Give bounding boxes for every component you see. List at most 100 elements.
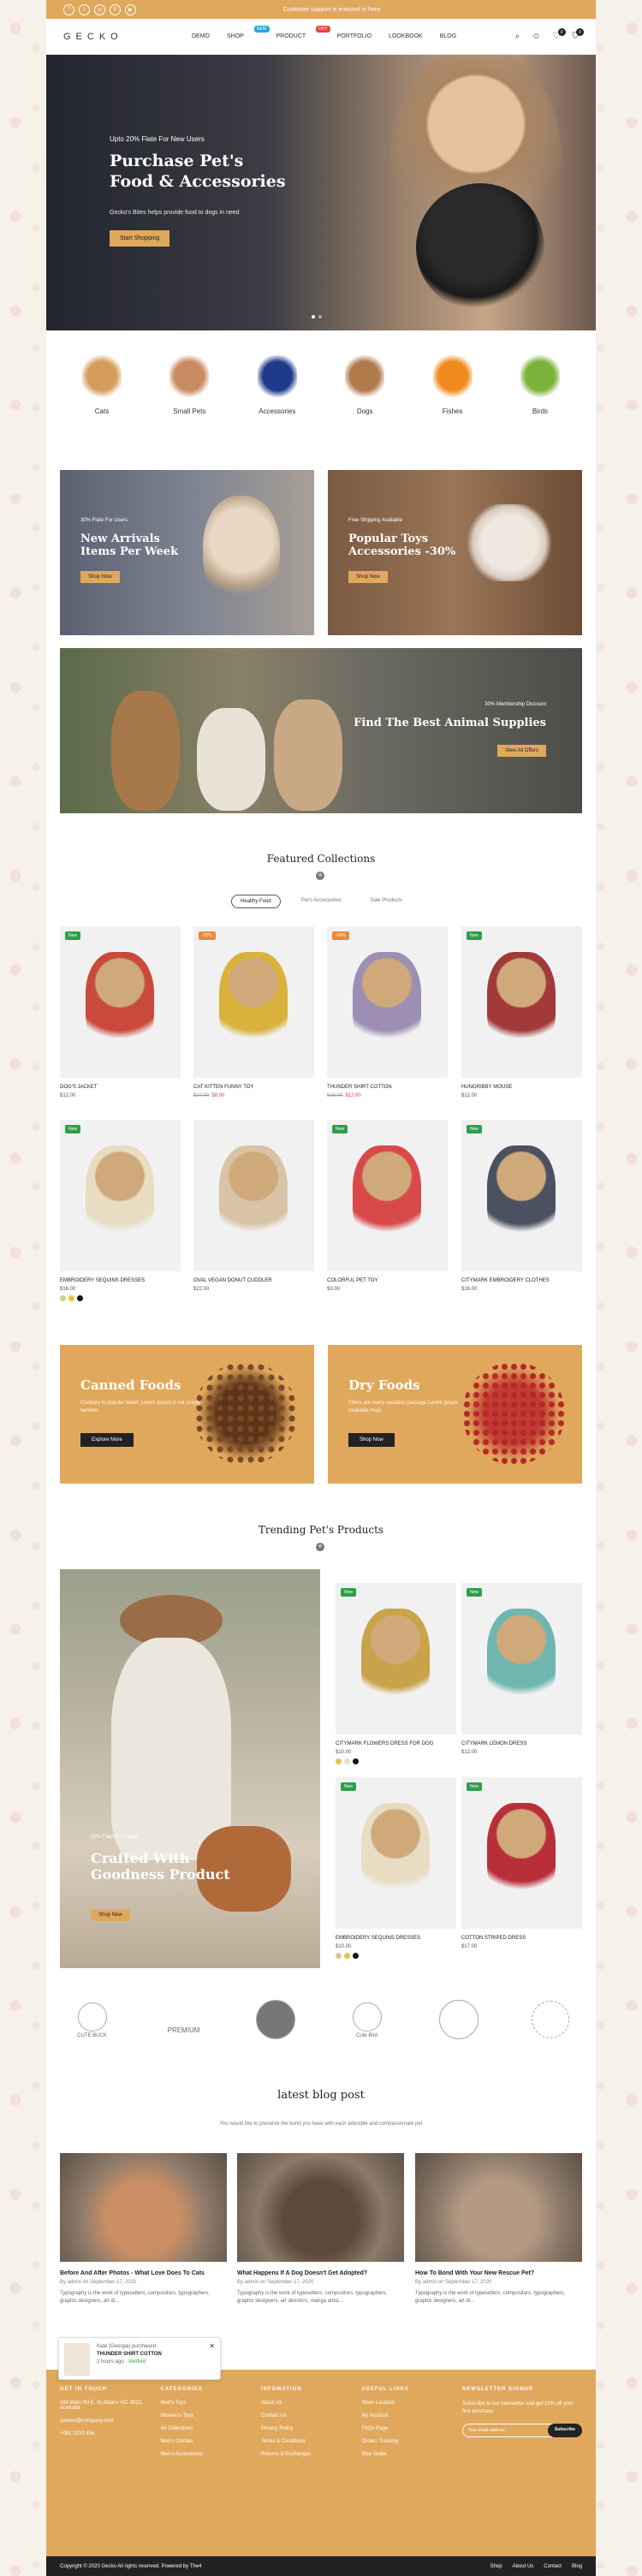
product-name[interactable]: COLORFUL PET TOY bbox=[327, 1278, 448, 1283]
slider-dot[interactable] bbox=[318, 315, 322, 318]
product-card[interactable]: New HUNGRIBBY MOUSE $12.00 bbox=[461, 926, 582, 1098]
product-image[interactable]: -20% bbox=[327, 926, 448, 1078]
category-cats[interactable]: Cats bbox=[72, 355, 132, 415]
category-fishes[interactable]: Fishes bbox=[423, 355, 483, 415]
menu-item-lookbook[interactable]: LOOKBOOK bbox=[389, 33, 423, 39]
product-name[interactable]: THUNDER SHIRT COTTON bbox=[327, 1085, 448, 1090]
category-dogs[interactable]: Dogs bbox=[335, 355, 395, 415]
product-name[interactable]: EMBROIDERY SEQUINS DRESSES bbox=[60, 1278, 181, 1283]
search-icon[interactable]: ⌕ bbox=[515, 32, 520, 41]
product-image[interactable]: New bbox=[461, 1583, 582, 1734]
wishlist-icon[interactable]: ♡ 0 bbox=[553, 28, 566, 41]
product-image[interactable]: New bbox=[461, 1777, 582, 1929]
product-card[interactable]: -20% CAT KITTEN FUNNY TOY $10.00 $8.00 bbox=[193, 926, 314, 1098]
product-image[interactable]: New bbox=[461, 1120, 582, 1271]
product-name[interactable]: CAT KITTEN FUNNY TOY bbox=[193, 1085, 314, 1090]
brand-logo[interactable] bbox=[525, 1999, 576, 2042]
category-birds[interactable]: Birds bbox=[510, 355, 570, 415]
footer-link[interactable]: Privacy Policy bbox=[261, 2426, 355, 2431]
product-image[interactable]: New bbox=[327, 1120, 448, 1271]
footer-link[interactable]: Terms & Conditions bbox=[261, 2439, 355, 2444]
blog-image[interactable] bbox=[415, 2153, 582, 2262]
product-image[interactable]: New bbox=[60, 926, 181, 1078]
brand-logo[interactable]: PREMIUM bbox=[158, 1999, 210, 2042]
cart-icon[interactable]: ⛉ 0 bbox=[573, 28, 584, 41]
user-icon[interactable]: ☺ bbox=[532, 32, 540, 41]
menu-item-shop[interactable]: SHOP NEW bbox=[227, 26, 270, 39]
view-all-offers-button[interactable]: View All Offers bbox=[497, 745, 546, 757]
color-swatch[interactable] bbox=[336, 1953, 342, 1959]
promo-canned-foods[interactable]: Canned Foods Contrary to popular belief,… bbox=[60, 1345, 314, 1484]
footer-link[interactable]: contact@company.com bbox=[60, 2418, 154, 2424]
blog-post[interactable]: How To Bond With Your New Rescue Pet? By … bbox=[415, 2153, 582, 2305]
product-image[interactable] bbox=[193, 1120, 314, 1271]
product-card[interactable]: OVAL VEGAN DONUT CUDDLER $22.00 bbox=[193, 1120, 314, 1292]
product-name[interactable]: COTTON STRIPED DRESS bbox=[461, 1936, 582, 1941]
product-card[interactable]: New CITYMARK EMBROIDERY CLOTHES $16.00 bbox=[461, 1120, 582, 1292]
pinterest-icon[interactable]: p bbox=[110, 3, 121, 15]
color-swatch[interactable] bbox=[353, 1953, 359, 1959]
footer-link[interactable]: Men's Accessories bbox=[161, 2452, 255, 2457]
footer-link[interactable]: Store Location bbox=[362, 2400, 456, 2406]
blog-image[interactable] bbox=[237, 2153, 404, 2262]
color-swatch[interactable] bbox=[60, 1295, 66, 1301]
facebook-icon[interactable]: f bbox=[63, 3, 74, 15]
color-swatch[interactable] bbox=[353, 1758, 359, 1764]
footer-link[interactable]: Returns & Exchanges bbox=[261, 2452, 355, 2457]
email-field[interactable]: Your email address bbox=[462, 2424, 555, 2437]
tab-pets-accessories[interactable]: Pet's Accessories bbox=[293, 895, 350, 908]
product-name[interactable]: CITYMARK EMBROIDERY CLOTHES bbox=[461, 1278, 582, 1283]
product-card[interactable]: -20% THUNDER SHIRT COTTON $15.00 $12.00 bbox=[327, 926, 448, 1098]
blog-post-title[interactable]: What Happens If A Dog Doesn't Get Adopte… bbox=[237, 2270, 404, 2276]
trending-product-card[interactable]: New COTTON STRIPED DRESS $17.00 bbox=[461, 1777, 582, 1949]
logo[interactable]: GECKO bbox=[63, 32, 192, 42]
youtube-icon[interactable]: ▶ bbox=[125, 3, 136, 15]
category-small-pets[interactable]: Small Pets bbox=[159, 355, 219, 415]
product-image[interactable]: New bbox=[461, 926, 582, 1078]
footer-link[interactable]: All Collections bbox=[161, 2426, 255, 2431]
footer-link-blog[interactable]: Blog bbox=[572, 2564, 582, 2569]
product-name[interactable]: CITYMARK LEMON DRESS bbox=[461, 1741, 582, 1746]
menu-item-product[interactable]: PRODUCT HOT bbox=[276, 26, 330, 39]
color-swatch[interactable] bbox=[344, 1758, 350, 1764]
product-image[interactable]: New bbox=[336, 1777, 456, 1929]
brand-logo[interactable] bbox=[250, 1999, 301, 2042]
trending-product-card[interactable]: New CITYMARK LEMON DRESS $12.00 bbox=[461, 1583, 582, 1755]
footer-link[interactable]: Orders Tracking bbox=[362, 2439, 456, 2444]
product-name[interactable]: OVAL VEGAN DONUT CUDDLER bbox=[193, 1278, 314, 1283]
tab-healthy-food[interactable]: Healthy Food bbox=[231, 895, 281, 908]
start-shopping-button[interactable]: Start Shopping bbox=[110, 230, 170, 247]
product-card[interactable]: New EMBROIDERY SEQUINS DRESSES $16.00 bbox=[60, 1120, 181, 1301]
footer-link[interactable]: Men's Clothes bbox=[161, 2439, 255, 2444]
promo-crafted-goodness[interactable]: 20% Flate For Users Crafted With Goodness… bbox=[60, 1569, 320, 1968]
product-card[interactable]: New DOG'S JACKET $12.00 bbox=[60, 926, 181, 1098]
color-swatch[interactable] bbox=[336, 1758, 342, 1764]
subscribe-button[interactable]: Subscribe bbox=[547, 2424, 582, 2437]
promo-animal-supplies[interactable]: 30% Membership Discount Find The Best An… bbox=[60, 648, 582, 813]
footer-link[interactable]: FAQs Page bbox=[362, 2426, 456, 2431]
blog-post[interactable]: Before And After Photos - What Love Does… bbox=[60, 2153, 227, 2305]
shop-now-button[interactable]: Shop Now bbox=[80, 571, 120, 583]
trending-product-card[interactable]: New EMBROIDERY SEQUINS DRESSES $10.00 bbox=[336, 1777, 456, 1959]
product-card[interactable]: New COLORFUL PET TOY $3.00 bbox=[327, 1120, 448, 1292]
menu-item-demo[interactable]: DEMO bbox=[192, 33, 210, 39]
brand-logo[interactable]: Cute Bird bbox=[342, 1999, 393, 2042]
explore-more-button[interactable]: Explore More bbox=[80, 1433, 134, 1447]
twitter-icon[interactable]: t bbox=[79, 3, 90, 15]
footer-link-about[interactable]: About Us bbox=[513, 2564, 534, 2569]
blog-post-title[interactable]: Before And After Photos - What Love Does… bbox=[60, 2270, 227, 2276]
color-swatch[interactable] bbox=[77, 1295, 83, 1301]
footer-link[interactable]: Women's Toys bbox=[161, 2413, 255, 2418]
footer-link[interactable]: About Us bbox=[261, 2400, 355, 2406]
footer-link[interactable]: 184 Main Rd E, St Albans VIC 3021, Austr… bbox=[60, 2400, 154, 2411]
color-swatch[interactable] bbox=[68, 1295, 74, 1301]
promo-popular-toys[interactable]: Free Shipping Available Popular Toys Acce… bbox=[328, 470, 582, 635]
footer-link[interactable]: My Account bbox=[362, 2413, 456, 2418]
close-icon[interactable]: ✕ bbox=[209, 2342, 215, 2350]
promo-new-arrivals[interactable]: 30% Flate For Users New Arrivals Items Pe… bbox=[60, 470, 314, 635]
trending-product-card[interactable]: New CITYMARK FLOWERS DRESS FOR DOG $10.00 bbox=[336, 1583, 456, 1764]
product-name[interactable]: DOG'S JACKET bbox=[60, 1085, 181, 1090]
brand-logo[interactable] bbox=[433, 1999, 484, 2042]
shop-now-button[interactable]: Shop Now bbox=[348, 571, 388, 583]
slider-dot[interactable] bbox=[312, 315, 315, 318]
